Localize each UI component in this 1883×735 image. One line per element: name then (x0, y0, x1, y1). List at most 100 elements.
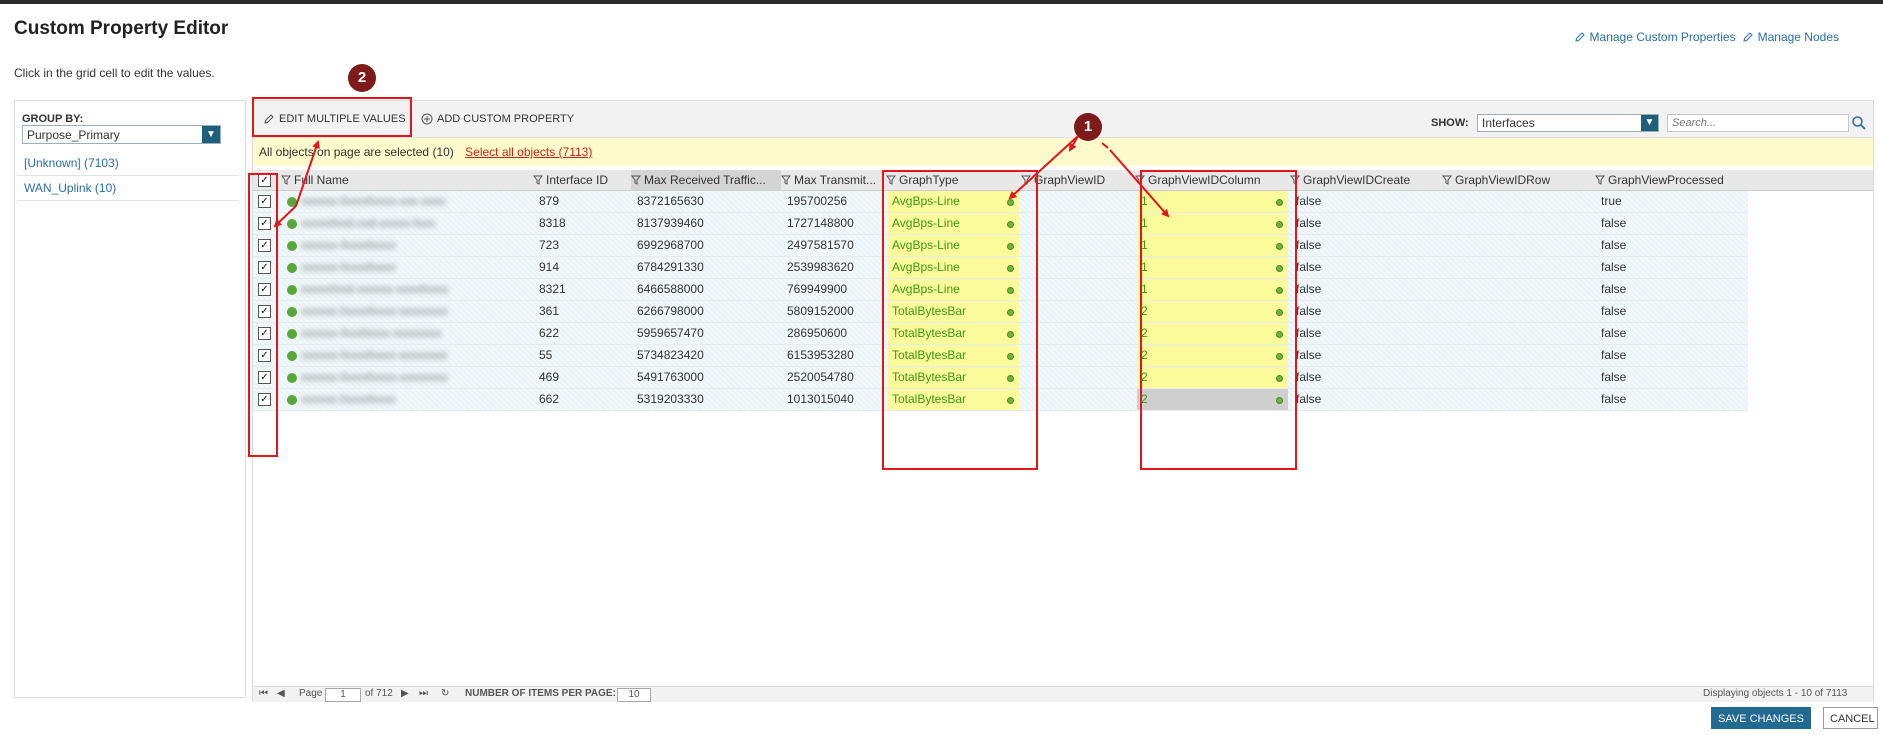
cell-graphviewidcreate[interactable]: false (1292, 301, 1440, 322)
column-header-graphviewid[interactable]: GraphViewID (1021, 170, 1135, 190)
row-checkbox[interactable]: ✓ (258, 327, 271, 340)
cell-interface-id[interactable]: 8321 (535, 279, 629, 300)
cell-graphviewid[interactable] (1023, 323, 1133, 344)
search-icon[interactable] (1851, 115, 1867, 131)
table-row[interactable]: ✓ xxxxxx-fxxxxfxxxx-xxxxxxxx 469 5491763000… (253, 367, 1748, 389)
cell-full-name[interactable]: xxxxxx-fxxxfxxxx-xxxxxxxx (283, 323, 531, 344)
cell-graphviewidcolumn[interactable]: 2 (1137, 389, 1288, 410)
cell-graphviewidcolumn[interactable]: 2 (1137, 345, 1288, 366)
cell-graphtype[interactable]: TotalBytesBar (888, 345, 1019, 366)
cell-interface-id[interactable]: 8318 (535, 213, 629, 234)
cell-graphviewidcreate[interactable]: false (1292, 279, 1440, 300)
cell-graphviewidcolumn[interactable]: 1 (1137, 257, 1288, 278)
row-checkbox[interactable]: ✓ (258, 261, 271, 274)
chevron-down-icon[interactable]: ▼ (1641, 115, 1658, 131)
cell-graphviewidrow[interactable] (1444, 257, 1593, 278)
cell-full-name[interactable]: xxxxxx-fxxxxfxxxx (283, 257, 531, 278)
page-number-input[interactable]: 1 (325, 688, 361, 702)
filter-icon[interactable] (631, 175, 641, 185)
table-row[interactable]: ✓ xxxxxx-fxxxxfxxxx 723 6992968700 249758157… (253, 235, 1748, 257)
cell-graphviewidcolumn[interactable]: 1 (1137, 213, 1288, 234)
table-row[interactable]: ✓ xxxxxx-fxxxxfxxxx-xxxxxxxx 361 6266798000… (253, 301, 1748, 323)
cell-graphviewprocessed[interactable]: false (1597, 235, 1746, 256)
row-checkbox[interactable]: ✓ (258, 239, 271, 252)
cell-graphviewidcolumn[interactable]: 2 (1137, 367, 1288, 388)
column-header-graphviewprocessed[interactable]: GraphViewProcessed (1595, 170, 1748, 190)
row-checkbox[interactable]: ✓ (258, 393, 271, 406)
cell-graphviewprocessed[interactable]: false (1597, 213, 1746, 234)
cell-graphviewid[interactable] (1023, 257, 1133, 278)
cell-graphviewidrow[interactable] (1444, 367, 1593, 388)
filter-icon[interactable] (1442, 175, 1452, 185)
cell-max-transmit[interactable]: 1013015040 (783, 389, 884, 410)
cell-max-received-traffic[interactable]: 5319203330 (633, 389, 779, 410)
chevron-down-icon[interactable]: ▼ (202, 126, 220, 143)
cell-graphtype[interactable]: AvgBps-Line (888, 213, 1019, 234)
save-changes-button[interactable]: SAVE CHANGES (1711, 707, 1811, 729)
cell-graphtype[interactable]: AvgBps-Line (888, 257, 1019, 278)
cell-max-received-traffic[interactable]: 8372165630 (633, 191, 779, 212)
cell-graphviewidcolumn[interactable]: 2 (1137, 301, 1288, 322)
cell-full-name[interactable]: xxxxxfxxd-xxd-xxxxx-fxxx (283, 213, 531, 234)
group-item-wan-uplink[interactable]: WAN_Uplink (10) (17, 176, 239, 201)
cell-interface-id[interactable]: 914 (535, 257, 629, 278)
filter-icon[interactable] (1135, 175, 1145, 185)
cell-interface-id[interactable]: 361 (535, 301, 629, 322)
cell-graphviewprocessed[interactable]: false (1597, 301, 1746, 322)
cell-graphviewid[interactable] (1023, 389, 1133, 410)
row-checkbox[interactable]: ✓ (258, 371, 271, 384)
row-checkbox[interactable]: ✓ (258, 217, 271, 230)
cell-graphviewprocessed[interactable]: false (1597, 323, 1746, 344)
cell-graphviewidcreate[interactable]: false (1292, 323, 1440, 344)
search-input[interactable] (1667, 114, 1849, 132)
cancel-button[interactable]: CANCEL (1823, 707, 1878, 729)
cell-max-transmit[interactable]: 6153953280 (783, 345, 884, 366)
cell-max-transmit[interactable]: 769949900 (783, 279, 884, 300)
cell-graphviewid[interactable] (1023, 367, 1133, 388)
cell-max-received-traffic[interactable]: 6466588000 (633, 279, 779, 300)
cell-graphtype[interactable]: TotalBytesBar (888, 323, 1019, 344)
cell-interface-id[interactable]: 622 (535, 323, 629, 344)
filter-icon[interactable] (533, 175, 543, 185)
cell-graphtype[interactable]: TotalBytesBar (888, 367, 1019, 388)
cell-graphviewprocessed[interactable]: false (1597, 257, 1746, 278)
cell-full-name[interactable]: xxxxxx-fxxxxfxxxx-xxx-xxxx (283, 191, 531, 212)
cell-graphviewprocessed[interactable]: false (1597, 279, 1746, 300)
column-header-full-name[interactable]: Full Name (281, 170, 533, 190)
column-header-graphviewidrow[interactable]: GraphViewIDRow (1442, 170, 1595, 190)
manage-custom-properties-link[interactable]: Manage Custom Properties (1574, 30, 1736, 44)
refresh-icon[interactable]: ↻ (441, 688, 449, 699)
table-row[interactable]: ✓ xxxxxfxxd-xxd-xxxxx-fxxx 8318 8137939460 1… (253, 213, 1748, 235)
cell-graphviewidcolumn[interactable]: 1 (1137, 235, 1288, 256)
last-page-icon[interactable]: ⏭ (419, 688, 428, 699)
cell-graphviewprocessed[interactable]: true (1597, 191, 1746, 212)
cell-graphviewidrow[interactable] (1444, 191, 1593, 212)
column-header-interface-id[interactable]: Interface ID (533, 170, 631, 190)
cell-graphviewprocessed[interactable]: false (1597, 367, 1746, 388)
cell-max-received-traffic[interactable]: 8137939460 (633, 213, 779, 234)
cell-full-name[interactable]: xxxxxfxxd-xxxxxx-xxxxfxxxx (283, 279, 531, 300)
cell-graphviewidrow[interactable] (1444, 389, 1593, 410)
cell-graphviewidcolumn[interactable]: 1 (1137, 191, 1288, 212)
cell-graphtype[interactable]: AvgBps-Line (888, 235, 1019, 256)
cell-interface-id[interactable]: 662 (535, 389, 629, 410)
row-checkbox[interactable]: ✓ (258, 349, 271, 362)
cell-graphviewidrow[interactable] (1444, 301, 1593, 322)
cell-graphtype[interactable]: TotalBytesBar (888, 389, 1019, 410)
cell-graphviewidcreate[interactable]: false (1292, 257, 1440, 278)
row-checkbox[interactable]: ✓ (258, 305, 271, 318)
cell-interface-id[interactable]: 55 (535, 345, 629, 366)
cell-full-name[interactable]: xxxxxx-fxxxxfxxxx (283, 389, 531, 410)
cell-full-name[interactable]: xxxxxx-fxxxxfxxxx-xxxxxxxx (283, 301, 531, 322)
cell-graphviewidrow[interactable] (1444, 235, 1593, 256)
table-row[interactable]: ✓ xxxxxx-fxxxxfxxxx 662 5319203330 101301504… (253, 389, 1748, 411)
cell-full-name[interactable]: xxxxxx-fxxxxfxxxx-xxxxxxxx (283, 367, 531, 388)
cell-max-received-traffic[interactable]: 6992968700 (633, 235, 779, 256)
group-item-unknown[interactable]: [Unknown] (7103) (17, 151, 239, 176)
cell-graphtype[interactable]: TotalBytesBar (888, 301, 1019, 322)
prev-page-icon[interactable]: ◀ (277, 688, 285, 699)
filter-icon[interactable] (781, 175, 791, 185)
edit-multiple-values-button[interactable]: EDIT MULTIPLE VALUES (263, 113, 406, 125)
cell-max-transmit[interactable]: 195700256 (783, 191, 884, 212)
cell-graphviewid[interactable] (1023, 235, 1133, 256)
